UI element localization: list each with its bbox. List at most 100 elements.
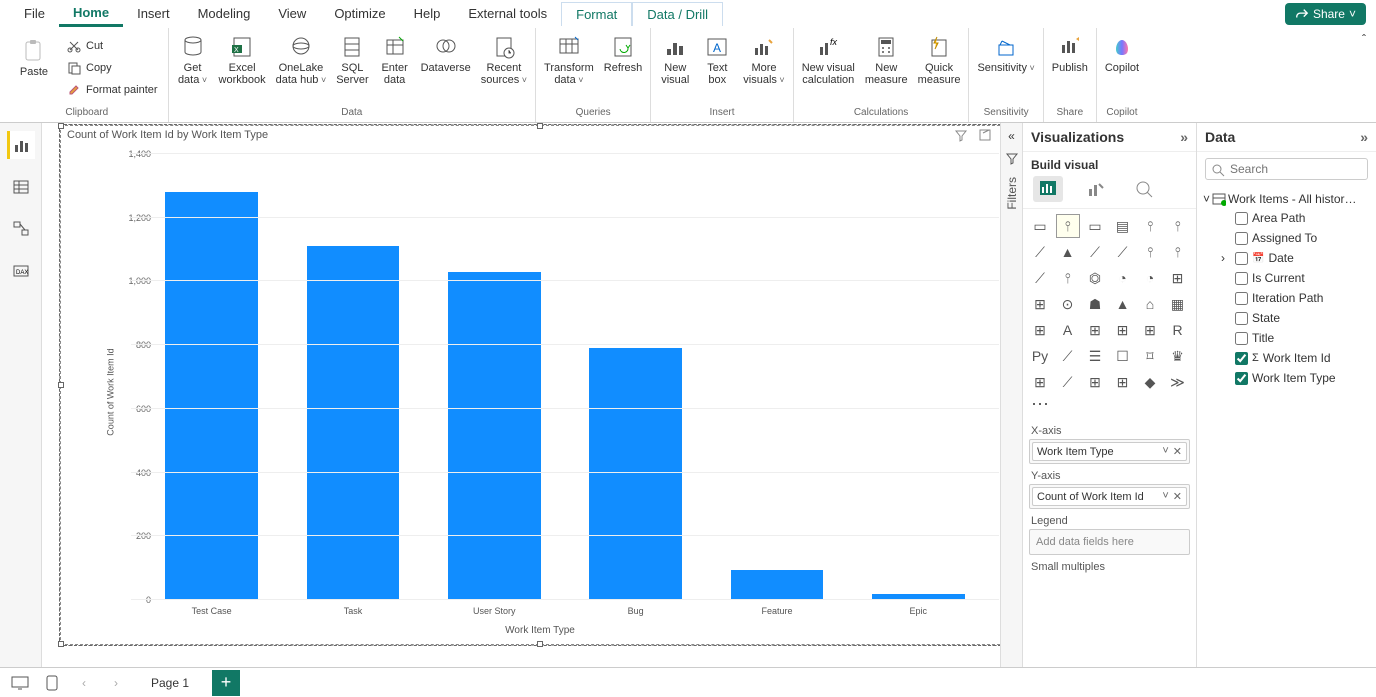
publish-button[interactable]: Publish — [1048, 32, 1092, 76]
build-visual-tab[interactable] — [1033, 176, 1063, 202]
viz-type-icon[interactable]: ⟋ — [1084, 241, 1106, 263]
share-button[interactable]: Share ˅ — [1285, 3, 1366, 25]
recent-sources-button[interactable]: Recent sources — [477, 32, 531, 88]
refresh-button[interactable]: Refresh — [600, 32, 647, 76]
bar[interactable] — [589, 348, 682, 600]
field-row[interactable]: State — [1203, 308, 1370, 328]
viz-type-icon[interactable]: ⌑ — [1139, 345, 1161, 367]
viz-type-icon[interactable]: ⊞ — [1084, 319, 1106, 341]
viz-type-icon[interactable]: ▦ — [1167, 293, 1189, 315]
bar[interactable] — [307, 246, 400, 600]
field-checkbox[interactable] — [1235, 272, 1248, 285]
search-input[interactable] — [1205, 158, 1368, 180]
field-row[interactable]: Assigned To — [1203, 228, 1370, 248]
menu-home[interactable]: Home — [59, 1, 123, 27]
menu-insert[interactable]: Insert — [123, 2, 184, 25]
viz-type-icon[interactable]: ◆ — [1139, 371, 1161, 393]
x-axis-well[interactable]: Work Item Type˅✕ — [1029, 439, 1190, 464]
field-row[interactable]: Iteration Path — [1203, 288, 1370, 308]
field-checkbox[interactable] — [1235, 292, 1248, 305]
viz-type-icon[interactable]: ⊞ — [1139, 319, 1161, 341]
viz-type-icon[interactable]: ☰ — [1084, 345, 1106, 367]
viz-type-icon[interactable]: ⫯ — [1057, 215, 1079, 237]
paste-button[interactable]: Paste — [14, 36, 54, 80]
analytics-tab[interactable] — [1129, 176, 1159, 202]
field-row[interactable]: Work Item Type — [1203, 368, 1370, 388]
viz-type-icon[interactable]: ⊞ — [1167, 267, 1189, 289]
dataverse-button[interactable]: Dataverse — [417, 32, 475, 76]
viz-type-icon[interactable]: ⫯ — [1057, 267, 1079, 289]
onelake-button[interactable]: OneLake data hub — [272, 32, 331, 88]
quick-measure-button[interactable]: Quick measure — [914, 32, 965, 88]
viz-type-icon[interactable]: ⊞ — [1112, 371, 1134, 393]
viz-type-icon[interactable]: ⊞ — [1029, 371, 1051, 393]
viz-type-icon[interactable]: ◔ — [1112, 267, 1134, 289]
report-view-button[interactable] — [7, 131, 35, 159]
y-axis-well[interactable]: Count of Work Item Id˅✕ — [1029, 484, 1190, 509]
chevron-down-icon[interactable]: ˅ — [1162, 490, 1168, 503]
collapse-data-pane[interactable]: » — [1360, 129, 1368, 145]
copilot-button[interactable]: Copilot — [1101, 32, 1143, 76]
x-axis-chip[interactable]: Work Item Type˅✕ — [1032, 442, 1187, 461]
next-page-button[interactable]: › — [104, 671, 128, 695]
viz-type-icon[interactable]: ☐ — [1112, 345, 1134, 367]
collapse-viz-pane[interactable]: » — [1180, 129, 1188, 145]
excel-workbook-button[interactable]: XExcel workbook — [215, 32, 270, 88]
viz-type-icon[interactable]: ▭ — [1029, 215, 1051, 237]
mobile-layout-button[interactable] — [40, 671, 64, 695]
menu-view[interactable]: View — [264, 2, 320, 25]
viz-type-icon[interactable]: ⊞ — [1029, 319, 1051, 341]
menu-help[interactable]: Help — [400, 2, 455, 25]
more-visuals-button[interactable]: More visuals — [739, 32, 788, 88]
y-axis-chip[interactable]: Count of Work Item Id˅✕ — [1032, 487, 1187, 506]
dax-view-button[interactable]: DAX — [7, 257, 35, 285]
menu-modeling[interactable]: Modeling — [184, 2, 265, 25]
bar[interactable] — [448, 272, 541, 600]
viz-type-icon[interactable]: ⌂ — [1139, 293, 1161, 315]
viz-type-icon[interactable]: ⟋ — [1029, 241, 1051, 263]
report-canvas[interactable]: Count of Work Item Id by Work Item Type … — [42, 123, 1000, 667]
menu-format[interactable]: Format — [561, 2, 632, 26]
remove-y-icon[interactable]: ✕ — [1173, 490, 1182, 503]
viz-type-icon[interactable]: ▲ — [1112, 293, 1134, 315]
table-node[interactable]: ˅ Work Items - All histor… — [1203, 190, 1370, 208]
viz-type-icon[interactable]: ▭ — [1084, 215, 1106, 237]
sql-server-button[interactable]: SQL Server — [332, 32, 372, 88]
new-measure-button[interactable]: New measure — [861, 32, 912, 88]
viz-type-icon[interactable]: Py — [1029, 345, 1051, 367]
format-visual-tab[interactable] — [1081, 176, 1111, 202]
transform-data-button[interactable]: Transform data — [540, 32, 598, 88]
get-data-button[interactable]: Get data — [173, 32, 213, 88]
viz-type-icon[interactable]: ♛ — [1167, 345, 1189, 367]
viz-type-icon[interactable]: ≫ — [1167, 371, 1189, 393]
field-checkbox[interactable] — [1235, 252, 1248, 265]
bar[interactable] — [165, 192, 258, 600]
text-box-button[interactable]: AText box — [697, 32, 737, 88]
menu-data-drill[interactable]: Data / Drill — [632, 2, 723, 26]
menu-external-tools[interactable]: External tools — [454, 2, 561, 25]
ribbon-collapse[interactable]: ˆ — [1358, 28, 1370, 122]
field-checkbox[interactable] — [1235, 332, 1248, 345]
legend-well[interactable]: Add data fields here — [1029, 529, 1190, 555]
viz-type-icon[interactable]: R — [1167, 319, 1189, 341]
viz-type-icon[interactable]: ⟋ — [1057, 371, 1079, 393]
viz-type-icon[interactable]: ⟋ — [1057, 345, 1079, 367]
viz-type-icon[interactable]: ◔ — [1139, 267, 1161, 289]
field-row[interactable]: Title — [1203, 328, 1370, 348]
viz-type-icon[interactable]: ☗ — [1084, 293, 1106, 315]
new-visual-calc-button[interactable]: fxNew visual calculation — [798, 32, 859, 88]
viz-type-icon[interactable]: ⊞ — [1112, 319, 1134, 341]
model-view-button[interactable] — [7, 215, 35, 243]
field-row[interactable]: ›📅Date — [1203, 248, 1370, 268]
viz-type-icon[interactable]: ⫯ — [1167, 215, 1189, 237]
viz-type-icon[interactable]: ⊙ — [1057, 293, 1079, 315]
menu-optimize[interactable]: Optimize — [320, 2, 399, 25]
sensitivity-button[interactable]: Sensitivity — [973, 32, 1038, 76]
add-page-button[interactable]: + — [212, 670, 240, 696]
prev-page-button[interactable]: ‹ — [72, 671, 96, 695]
viz-type-icon[interactable]: ⟋ — [1112, 241, 1134, 263]
field-checkbox[interactable] — [1235, 312, 1248, 325]
viz-type-icon[interactable]: A — [1057, 319, 1079, 341]
filter-icon[interactable] — [954, 128, 968, 142]
field-checkbox[interactable] — [1235, 352, 1248, 365]
